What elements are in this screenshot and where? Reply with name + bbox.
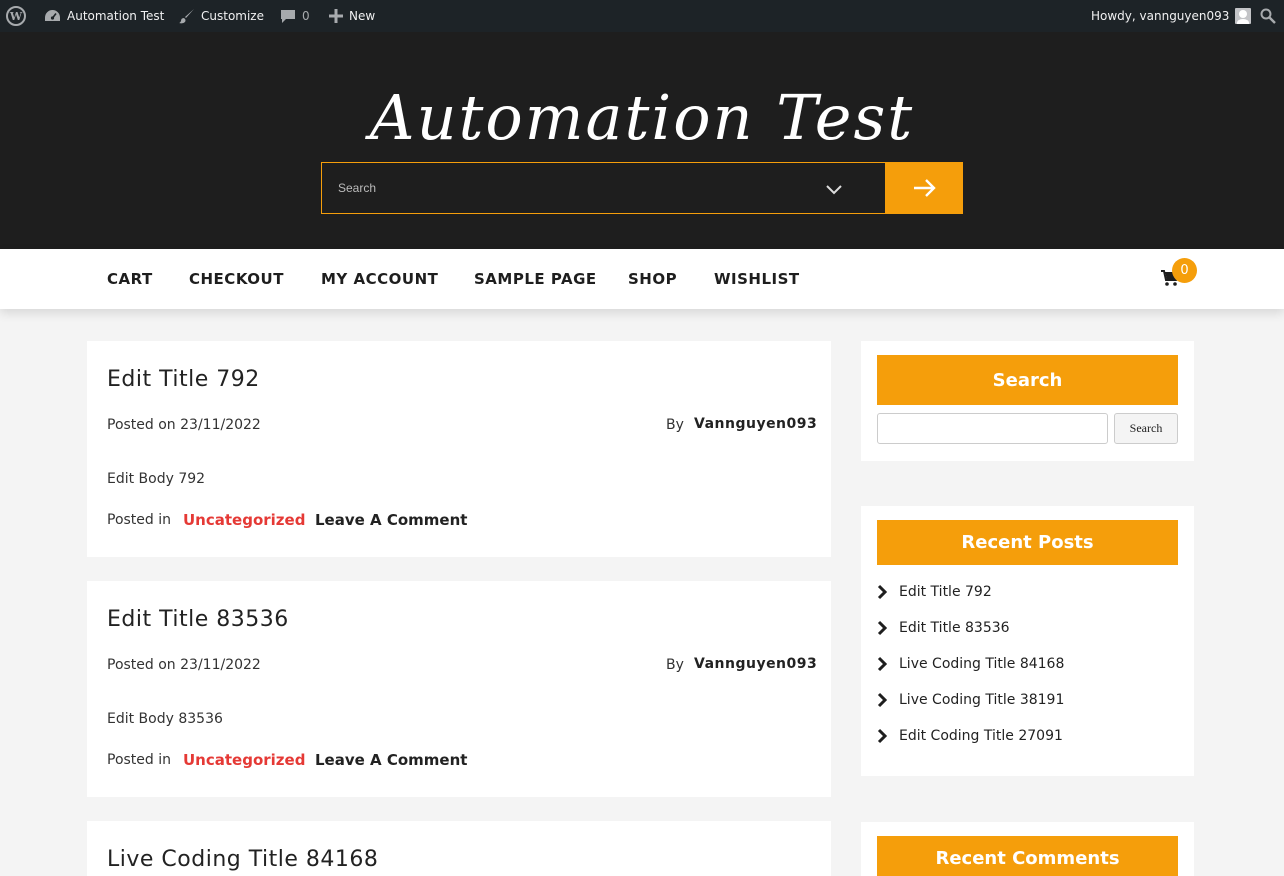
recent-post-link[interactable]: Live Coding Title 84168 <box>877 653 1064 675</box>
post-by-label: By <box>666 657 684 673</box>
chevron-down-icon[interactable] <box>826 176 842 200</box>
leave-comment-link[interactable]: Leave A Comment <box>315 511 467 529</box>
search-icon <box>1260 8 1276 24</box>
comments-count: 0 <box>302 9 310 23</box>
site-name-label: Automation Test <box>67 9 165 23</box>
recent-post-title: Live Coding Title 38191 <box>899 692 1065 708</box>
dashboard-icon <box>45 10 60 21</box>
header-search <box>321 162 963 214</box>
leave-comment-link[interactable]: Leave A Comment <box>315 751 467 769</box>
site-title[interactable]: Automation Test <box>0 78 1284 158</box>
admin-search-button[interactable] <box>1260 0 1276 32</box>
plus-icon <box>329 9 343 23</box>
nav-item-shop[interactable]: SHOP <box>628 249 677 309</box>
nav-item-wishlist[interactable]: WISHLIST <box>714 249 800 309</box>
search-widget: Search Search <box>861 341 1194 461</box>
nav-item-checkout[interactable]: CHECKOUT <box>189 249 284 309</box>
posted-in-label: Posted in <box>107 752 172 768</box>
post-card: Live Coding Title 84168 <box>87 821 831 876</box>
customize-label: Customize <box>201 9 264 23</box>
recent-post-link[interactable]: Edit Coding Title 27091 <box>877 725 1063 747</box>
post-category-link[interactable]: Uncategorized <box>183 751 305 769</box>
recent-post-title: Edit Title 83536 <box>899 620 1010 636</box>
post-excerpt: Edit Body 792 <box>107 471 206 487</box>
post-title[interactable]: Edit Title 792 <box>107 367 260 392</box>
recent-post-title: Edit Coding Title 27091 <box>899 728 1063 744</box>
my-account-menu[interactable]: Howdy, vannguyen093 <box>1091 0 1252 32</box>
post-title[interactable]: Edit Title 83536 <box>107 607 289 632</box>
sidebar-search-button[interactable]: Search <box>1114 413 1178 444</box>
comment-bubble-icon <box>281 9 295 23</box>
recent-posts-widget: Recent Posts Edit Title 792 Edit Title 8… <box>861 506 1194 776</box>
nav-item-my-account[interactable]: MY ACCOUNT <box>321 249 438 309</box>
site-header: Automation Test <box>0 32 1284 249</box>
wordpress-icon: W <box>6 6 26 26</box>
chevron-right-icon <box>877 584 887 600</box>
nav-item-cart[interactable]: CART <box>107 249 153 309</box>
post-card: Edit Title 792 Posted on 23/11/2022 By V… <box>87 341 831 557</box>
recent-post-link[interactable]: Edit Title 792 <box>877 581 992 603</box>
post-author-link[interactable]: Vannguyen093 <box>694 656 817 672</box>
howdy-label: Howdy, vannguyen093 <box>1091 9 1230 23</box>
avatar <box>1235 8 1252 24</box>
header-search-input[interactable] <box>321 162 886 214</box>
recent-post-title: Live Coding Title 84168 <box>899 656 1065 672</box>
posted-in-label: Posted in <box>107 512 172 528</box>
widget-title: Recent Posts <box>877 520 1178 565</box>
new-content-link[interactable]: New <box>329 0 375 32</box>
post-by-label: By <box>666 417 684 433</box>
post-date: Posted on 23/11/2022 <box>107 657 261 673</box>
recent-post-title: Edit Title 792 <box>899 584 992 600</box>
header-search-button[interactable] <box>886 162 963 214</box>
brush-icon <box>179 9 194 24</box>
widget-title: Recent Comments <box>877 836 1178 876</box>
chevron-right-icon <box>877 656 887 672</box>
post-category-link[interactable]: Uncategorized <box>183 511 305 529</box>
comments-link[interactable]: 0 <box>280 0 310 32</box>
chevron-right-icon <box>877 728 887 744</box>
nav-item-sample-page[interactable]: SAMPLE PAGE <box>474 249 597 309</box>
post-excerpt: Edit Body 83536 <box>107 711 223 727</box>
recent-comments-widget: Recent Comments <box>861 822 1194 876</box>
widget-title: Search <box>877 355 1178 405</box>
new-label: New <box>349 9 376 23</box>
recent-post-link[interactable]: Live Coding Title 38191 <box>877 689 1064 711</box>
main-navigation: CART CHECKOUT MY ACCOUNT SAMPLE PAGE SHO… <box>0 249 1284 309</box>
site-name-link[interactable]: Automation Test <box>44 0 164 32</box>
admin-bar: W Automation Test Customize 0 New Howdy,… <box>0 0 1284 32</box>
post-card: Edit Title 83536 Posted on 23/11/2022 By… <box>87 581 831 797</box>
chevron-right-icon <box>877 620 887 636</box>
customize-link[interactable]: Customize <box>179 0 264 32</box>
wordpress-logo-button[interactable]: W <box>6 0 26 32</box>
recent-post-link[interactable]: Edit Title 83536 <box>877 617 1010 639</box>
post-date: Posted on 23/11/2022 <box>107 417 261 433</box>
sidebar-search-input[interactable] <box>877 413 1108 444</box>
chevron-right-icon <box>877 692 887 708</box>
post-title[interactable]: Live Coding Title 84168 <box>107 847 378 872</box>
post-author-link[interactable]: Vannguyen093 <box>694 416 817 432</box>
arrow-right-icon <box>913 179 936 197</box>
cart-count-badge: 0 <box>1172 258 1197 283</box>
